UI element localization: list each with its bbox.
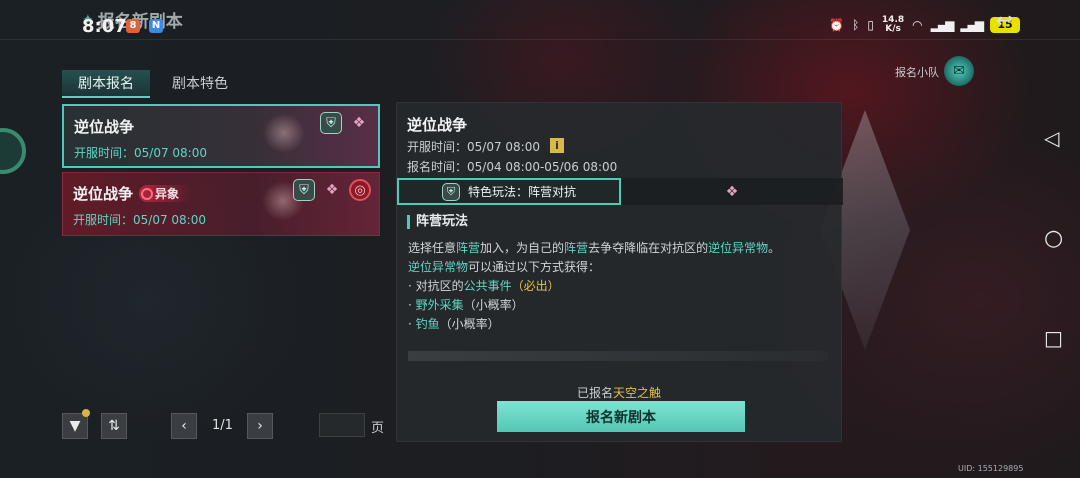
text: · 对抗区的 <box>408 279 464 293</box>
faded-text-overflow <box>408 351 828 361</box>
script-card[interactable]: 逆位战争 异象 开服时间：05/07 08:00 ⛨ ❖ ◎ <box>62 172 380 236</box>
shield-icon: ⛨ <box>293 179 315 201</box>
tab-script-register[interactable]: 剧本报名 <box>62 70 150 98</box>
notification-icon: N <box>149 19 163 33</box>
text: 。 <box>768 241 781 255</box>
info-icon[interactable]: i <box>550 138 564 153</box>
script-card-title: 逆位战争 异象 <box>73 183 192 204</box>
highlight-text: 野外采集 <box>415 298 464 312</box>
nav-home-icon[interactable]: ○ <box>1044 226 1063 251</box>
card-character-art <box>244 106 324 166</box>
description-line: · 野外采集（小概率） <box>408 296 524 313</box>
page-number-input[interactable] <box>319 413 365 437</box>
shield-icon: ⛨ <box>320 112 342 134</box>
text: 去争夺降临在对抗区的 <box>588 241 709 255</box>
network-speed-unit: K/s <box>885 24 901 34</box>
description-line: · 对抗区的公共事件（必出） <box>408 277 560 294</box>
script-open-time: 开服时间：05/07 08:00 <box>73 213 206 227</box>
page-indicator: 1/1 <box>212 418 233 433</box>
text: （小概率） <box>439 317 500 331</box>
anomaly-icon <box>141 187 154 200</box>
text: · <box>408 298 416 312</box>
anomaly-tag: 异象 <box>139 185 192 202</box>
tab-script-features[interactable]: 剧本特色 <box>156 70 244 98</box>
prev-page-button[interactable]: ‹ <box>171 413 197 439</box>
sort-icon: ⇅ <box>108 418 120 434</box>
alarm-icon: ⏰ <box>829 18 845 32</box>
description-line: 选择任意阵营加入，为自己的阵营去争夺降临在对抗区的逆位异常物。 <box>408 239 780 256</box>
highlight-text: 阵营 <box>564 241 589 255</box>
network-speed: 14.8 K/s <box>882 16 904 34</box>
script-card-title: 逆位战争 <box>74 116 134 137</box>
shield-icon: ⛨ <box>441 182 460 201</box>
signal-icon: ▂▄▆ <box>960 18 984 32</box>
uid-label: UID: 155129895 <box>958 464 1024 473</box>
text: · <box>408 317 416 331</box>
script-detail-panel: 逆位战争 开服时间：05/07 08:00 i 报名时间：05/04 08:00… <box>396 102 843 442</box>
section-title: 阵营玩法 <box>407 215 468 229</box>
tab-feature-faction[interactable]: ⛨ 特色玩法：阵营对抗 <box>397 178 621 205</box>
highlight-text: 阵营 <box>456 241 481 255</box>
next-page-button[interactable]: › <box>247 413 273 439</box>
detail-register-time: 报名时间：05/04 08:00-05/06 08:00 <box>407 160 618 174</box>
gems-icon: ❖ <box>725 183 739 200</box>
tab-feature-gems[interactable]: ❖ <box>621 178 843 205</box>
anomaly-tag-label: 异象 <box>155 187 180 201</box>
registered-label: 已报名 <box>576 386 613 400</box>
team-mail-icon[interactable]: ✉ <box>944 56 974 86</box>
detail-title: 逆位战争 <box>407 116 468 134</box>
red-swirl-icon: ◎ <box>349 179 371 201</box>
highlight-text: 公共事件 <box>463 279 512 293</box>
chevron-right-icon: › <box>257 418 263 434</box>
signal-icon: ▂▄▆ <box>930 18 955 32</box>
sort-button[interactable]: ⇅ <box>101 413 127 439</box>
status-icons: ⏰ ᛒ ▯ 14.8 K/s ◠ ▂▄▆ ▂▄▆ 15 <box>829 12 1020 38</box>
vibrate-icon: ▯ <box>867 18 874 32</box>
description-line: 逆位异常物可以通过以下方式获得： <box>408 258 600 275</box>
notification-icon: 8 <box>126 19 140 33</box>
filter-icon: ▼ <box>69 418 81 434</box>
script-feature-icons: ⛨ ❖ ◎ <box>293 179 371 201</box>
gold-text: （必出） <box>511 279 560 293</box>
back-icon[interactable]: ↩ <box>996 8 1013 32</box>
nav-recents-icon[interactable]: □ <box>1044 326 1063 350</box>
text: 选择任意 <box>408 241 457 255</box>
script-feature-icons: ⛨ ❖ <box>320 112 370 134</box>
filter-active-dot <box>82 409 90 417</box>
highlight-text: 逆位异常物 <box>408 260 469 274</box>
status-time: 8:07 <box>82 16 127 37</box>
tab-bar: 剧本报名 剧本特色 <box>62 70 244 98</box>
gems-icon: ❖ <box>352 115 366 131</box>
text: （小概率） <box>463 298 524 312</box>
registered-server: 天空之触 <box>613 386 662 400</box>
status-bar: 8:07 8 N ⏰ ᛒ ▯ 14.8 K/s ◠ ▂▄▆ ▂▄▆ 15 <box>0 0 1080 40</box>
text: 可以通过以下方式获得： <box>468 260 601 274</box>
highlight-text: 逆位异常物 <box>708 241 769 255</box>
script-name: 逆位战争 <box>74 118 135 136</box>
feature-tab-label: 特色玩法：阵营对抗 <box>467 185 576 199</box>
script-open-time: 开服时间：05/07 08:00 <box>74 146 207 160</box>
team-label: 报名小队 <box>895 66 939 79</box>
detail-open-time: 开服时间：05/07 08:00 <box>407 140 540 154</box>
register-new-script-button[interactable]: 报名新剧本 <box>497 401 745 432</box>
gems-icon: ❖ <box>325 182 339 198</box>
chevron-left-icon: ‹ <box>181 418 187 434</box>
script-name: 逆位战争 <box>73 185 134 203</box>
nav-back-icon[interactable]: ◁ <box>1044 126 1059 150</box>
script-card[interactable]: 逆位战争 开服时间：05/07 08:00 ⛨ ❖ <box>62 104 380 168</box>
bluetooth-icon: ᛒ <box>852 18 860 32</box>
wifi-icon: ◠ <box>912 18 923 32</box>
page-unit-label: 页 <box>371 421 385 436</box>
highlight-text: 钓鱼 <box>415 317 440 331</box>
description-line: · 钓鱼（小概率） <box>408 315 500 332</box>
text: 加入，为自己的 <box>480 241 565 255</box>
registered-status: 已报名天空之触 <box>397 384 841 401</box>
